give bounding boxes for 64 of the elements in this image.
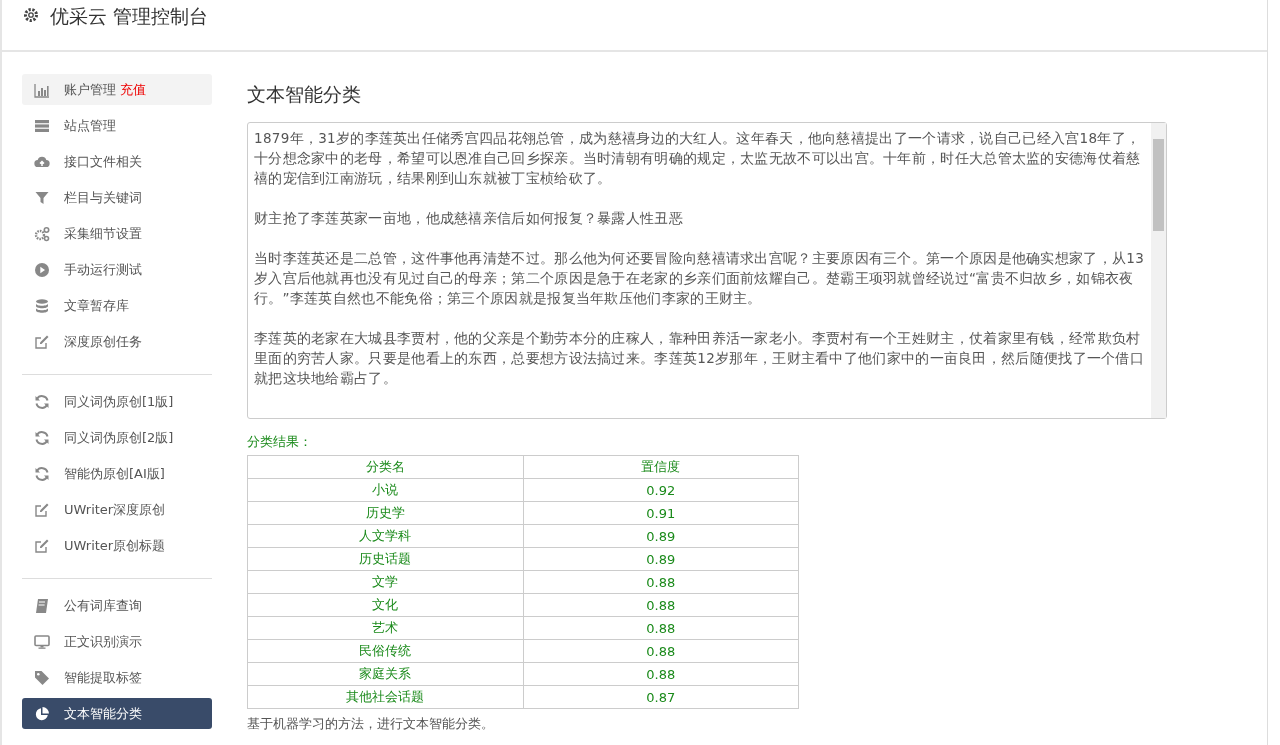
text-input[interactable]: 1879年，31岁的李莲英出任储秀宫四品花翎总管，成为慈禧身边的大红人。这年春天，他向慈禧提出了一个请求，说自己已经入宫18年了，十分想念家中的老母，希望可以恩准自己回乡探亲。当时清朝有明确的规定，太监无故不可以出宫。十年前，时任大总管太监的安德海仗着慈禧的宠信到江南游玩，结果刚到山东就被丁宝桢给砍了。 财主抢了李莲英家一亩地，他成慈禧亲信后如何报复？暴露人性丑恶 当时李莲英还是二总管，这件事他再清楚不过。那么他为何还要冒险向慈禧请求出宫呢？主要原因有三个。第一个原因是他确实想家了，从13岁入宫后他就再也没有见过自己的母亲；第二个原因是急于在老家的乡亲们面前炫耀自己。楚霸王项羽就曾经说过“富贵不归故乡，如锦衣夜行。”李莲英自然也不能免俗；第三个原因就是报复当年欺压他们李家的王财主。 李莲英的老家在大城县李贾村，他的父亲是个勤劳本分的庄稼人，靠种田养活一家老小。李贾村有一个王姓财主，仗着家里有钱，经常欺负村里面的穷苦人家。只要是他看上的东西，总要想方设法搞过来。李莲英12岁那年，王财主看中了他们家中的一亩良田，然后随便找了一个借口就把这块地给霸占了。 <box>247 122 1167 419</box>
sidebar-item[interactable]: 同义词伪原创[1版] <box>22 386 212 417</box>
column-header: 分类名 <box>247 455 523 479</box>
table-cell: 0.88 <box>523 639 799 663</box>
sidebar-item[interactable]: 手动运行测试 <box>22 254 212 285</box>
item-label: 账户管理 <box>64 80 116 99</box>
table-cell: 0.87 <box>523 685 799 709</box>
table-cell: 民俗传统 <box>247 639 523 663</box>
table-cell: 0.92 <box>523 478 799 502</box>
table-cell: 0.88 <box>523 593 799 617</box>
book-icon <box>34 597 50 614</box>
table-cell: 0.89 <box>523 524 799 548</box>
settings-icon <box>22 6 40 24</box>
edit-icon <box>34 501 50 518</box>
sidebar-item[interactable]: 同义词伪原创[2版] <box>22 422 212 453</box>
play-icon <box>34 261 50 278</box>
pie-chart-icon <box>34 705 50 722</box>
table-cell: 文化 <box>247 593 523 617</box>
table-cell: 人文学科 <box>247 524 523 548</box>
sidebar-item[interactable]: 栏目与关键词 <box>22 182 212 213</box>
table-cell: 历史话题 <box>247 547 523 571</box>
page-title: 文本智能分类 <box>247 82 362 107</box>
table-cell: 0.91 <box>523 501 799 525</box>
refresh-icon <box>34 429 50 446</box>
table-cell: 小说 <box>247 478 523 502</box>
app-title: 优采云 管理控制台 <box>50 4 209 29</box>
table-cell: 家庭关系 <box>247 662 523 686</box>
table-cell: 0.88 <box>523 662 799 686</box>
table-cell: 历史学 <box>247 501 523 525</box>
edit-icon <box>34 333 50 350</box>
server-icon <box>34 117 50 134</box>
sidebar-item[interactable]: 采集细节设置 <box>22 218 212 249</box>
sidebar-item[interactable]: 智能伪原创[AI版] <box>22 458 212 489</box>
description-text: 基于机器学习的方法，进行文本智能分类。 <box>247 715 494 733</box>
sidebar-item[interactable]: UWriter深度原创 <box>22 494 212 525</box>
monitor-icon <box>34 633 50 650</box>
table-cell: 文学 <box>247 570 523 594</box>
table-cell: 0.89 <box>523 547 799 571</box>
refresh-icon <box>34 393 50 410</box>
sidebar-item[interactable]: 正文识别演示 <box>22 626 212 657</box>
tag-icon <box>34 669 50 686</box>
sidebar-item[interactable]: 文章暂存库 <box>22 290 212 321</box>
sidebar-item[interactable]: 文本智能分类 <box>22 698 212 729</box>
table-cell: 0.88 <box>523 570 799 594</box>
gears-icon <box>34 225 50 242</box>
sidebar-item[interactable]: 深度原创任务 <box>22 326 212 357</box>
filter-icon <box>34 189 50 206</box>
column-header: 置信度 <box>523 455 799 479</box>
table-cell: 0.88 <box>523 616 799 640</box>
recharge-link[interactable]: 充值 <box>120 80 146 99</box>
scrollbar[interactable] <box>1151 123 1166 418</box>
refresh-icon <box>34 465 50 482</box>
result-label: 分类结果： <box>247 433 312 451</box>
table-cell: 艺术 <box>247 616 523 640</box>
sidebar-item[interactable]: UWriter原创标题 <box>22 530 212 561</box>
sidebar-item[interactable]: 接口文件相关 <box>22 146 212 177</box>
table-cell: 其他社会话题 <box>247 685 523 709</box>
sidebar-item[interactable]: 公有词库查询 <box>22 590 212 621</box>
database-icon <box>34 297 50 314</box>
sidebar-item[interactable]: 账户管理 充值 <box>22 74 212 105</box>
edit-icon <box>34 537 50 554</box>
sidebar-item[interactable]: 智能提取标签 <box>22 662 212 693</box>
bar-chart-icon <box>34 81 50 98</box>
sidebar-item[interactable]: 站点管理 <box>22 110 212 141</box>
